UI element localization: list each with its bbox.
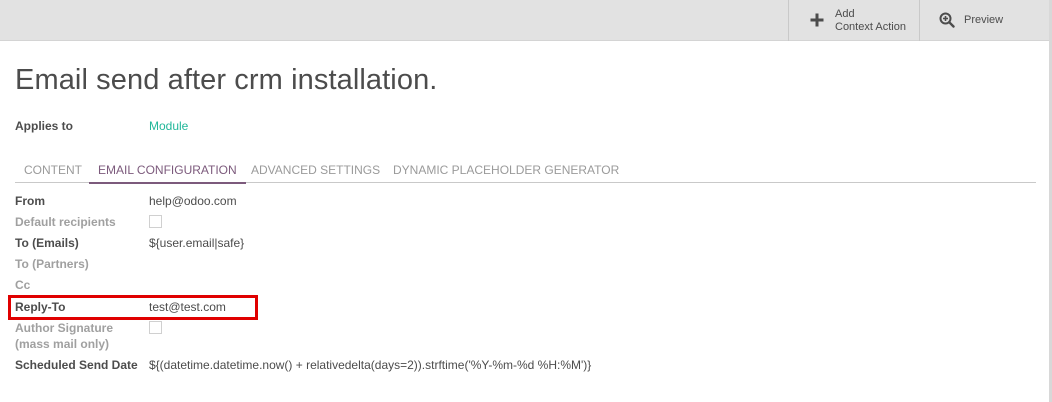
to-partners-label: To (Partners): [15, 257, 89, 271]
to-partners-field[interactable]: [149, 257, 349, 271]
tab-content[interactable]: CONTENT: [15, 156, 91, 183]
to-emails-field[interactable]: ${user.email|safe}: [149, 236, 244, 250]
tab-advanced-settings[interactable]: ADVANCED SETTINGS: [242, 156, 389, 183]
to-emails-label: To (Emails): [15, 236, 79, 250]
preview-button[interactable]: Preview: [919, 0, 1042, 41]
from-label: From: [15, 194, 45, 208]
cc-field[interactable]: [149, 278, 349, 292]
add-context-action-button[interactable]: Add Context Action: [788, 0, 919, 41]
preview-label: Preview: [964, 14, 1004, 26]
default-recipients-checkbox[interactable]: [149, 215, 162, 228]
reply-to-field[interactable]: test@test.com: [149, 300, 226, 314]
plus-icon: [809, 12, 825, 28]
add-context-action-label: Add Context Action: [835, 7, 906, 33]
from-field[interactable]: help@odoo.com: [149, 194, 237, 208]
author-signature-label-line1: Author Signature: [15, 321, 113, 335]
applies-to-label: Applies to: [15, 119, 74, 133]
page-title[interactable]: Email send after crm installation.: [15, 64, 437, 97]
scheduled-send-date-label: Scheduled Send Date: [15, 358, 138, 372]
cc-label: Cc: [15, 278, 31, 292]
default-recipients-label: Default recipients: [15, 215, 116, 229]
reply-to-label: Reply-To: [15, 300, 66, 314]
tab-dynamic-placeholder-generator[interactable]: DYNAMIC PLACEHOLDER GENERATOR: [384, 156, 628, 183]
author-signature-label-line2: (mass mail only): [15, 337, 110, 351]
magnifier-plus-icon: [939, 12, 955, 28]
form-tabs: CONTENT EMAIL CONFIGURATION ADVANCED SET…: [15, 156, 1036, 184]
author-signature-checkbox[interactable]: [149, 321, 162, 334]
control-panel: Add Context Action Preview: [0, 0, 1052, 41]
author-signature-label: Author Signature (mass mail only): [15, 321, 113, 351]
applies-to-link[interactable]: Module: [149, 119, 188, 133]
scheduled-send-date-field[interactable]: ${(datetime.datetime.now() + relativedel…: [149, 358, 591, 372]
tab-email-configuration[interactable]: EMAIL CONFIGURATION: [89, 156, 246, 184]
